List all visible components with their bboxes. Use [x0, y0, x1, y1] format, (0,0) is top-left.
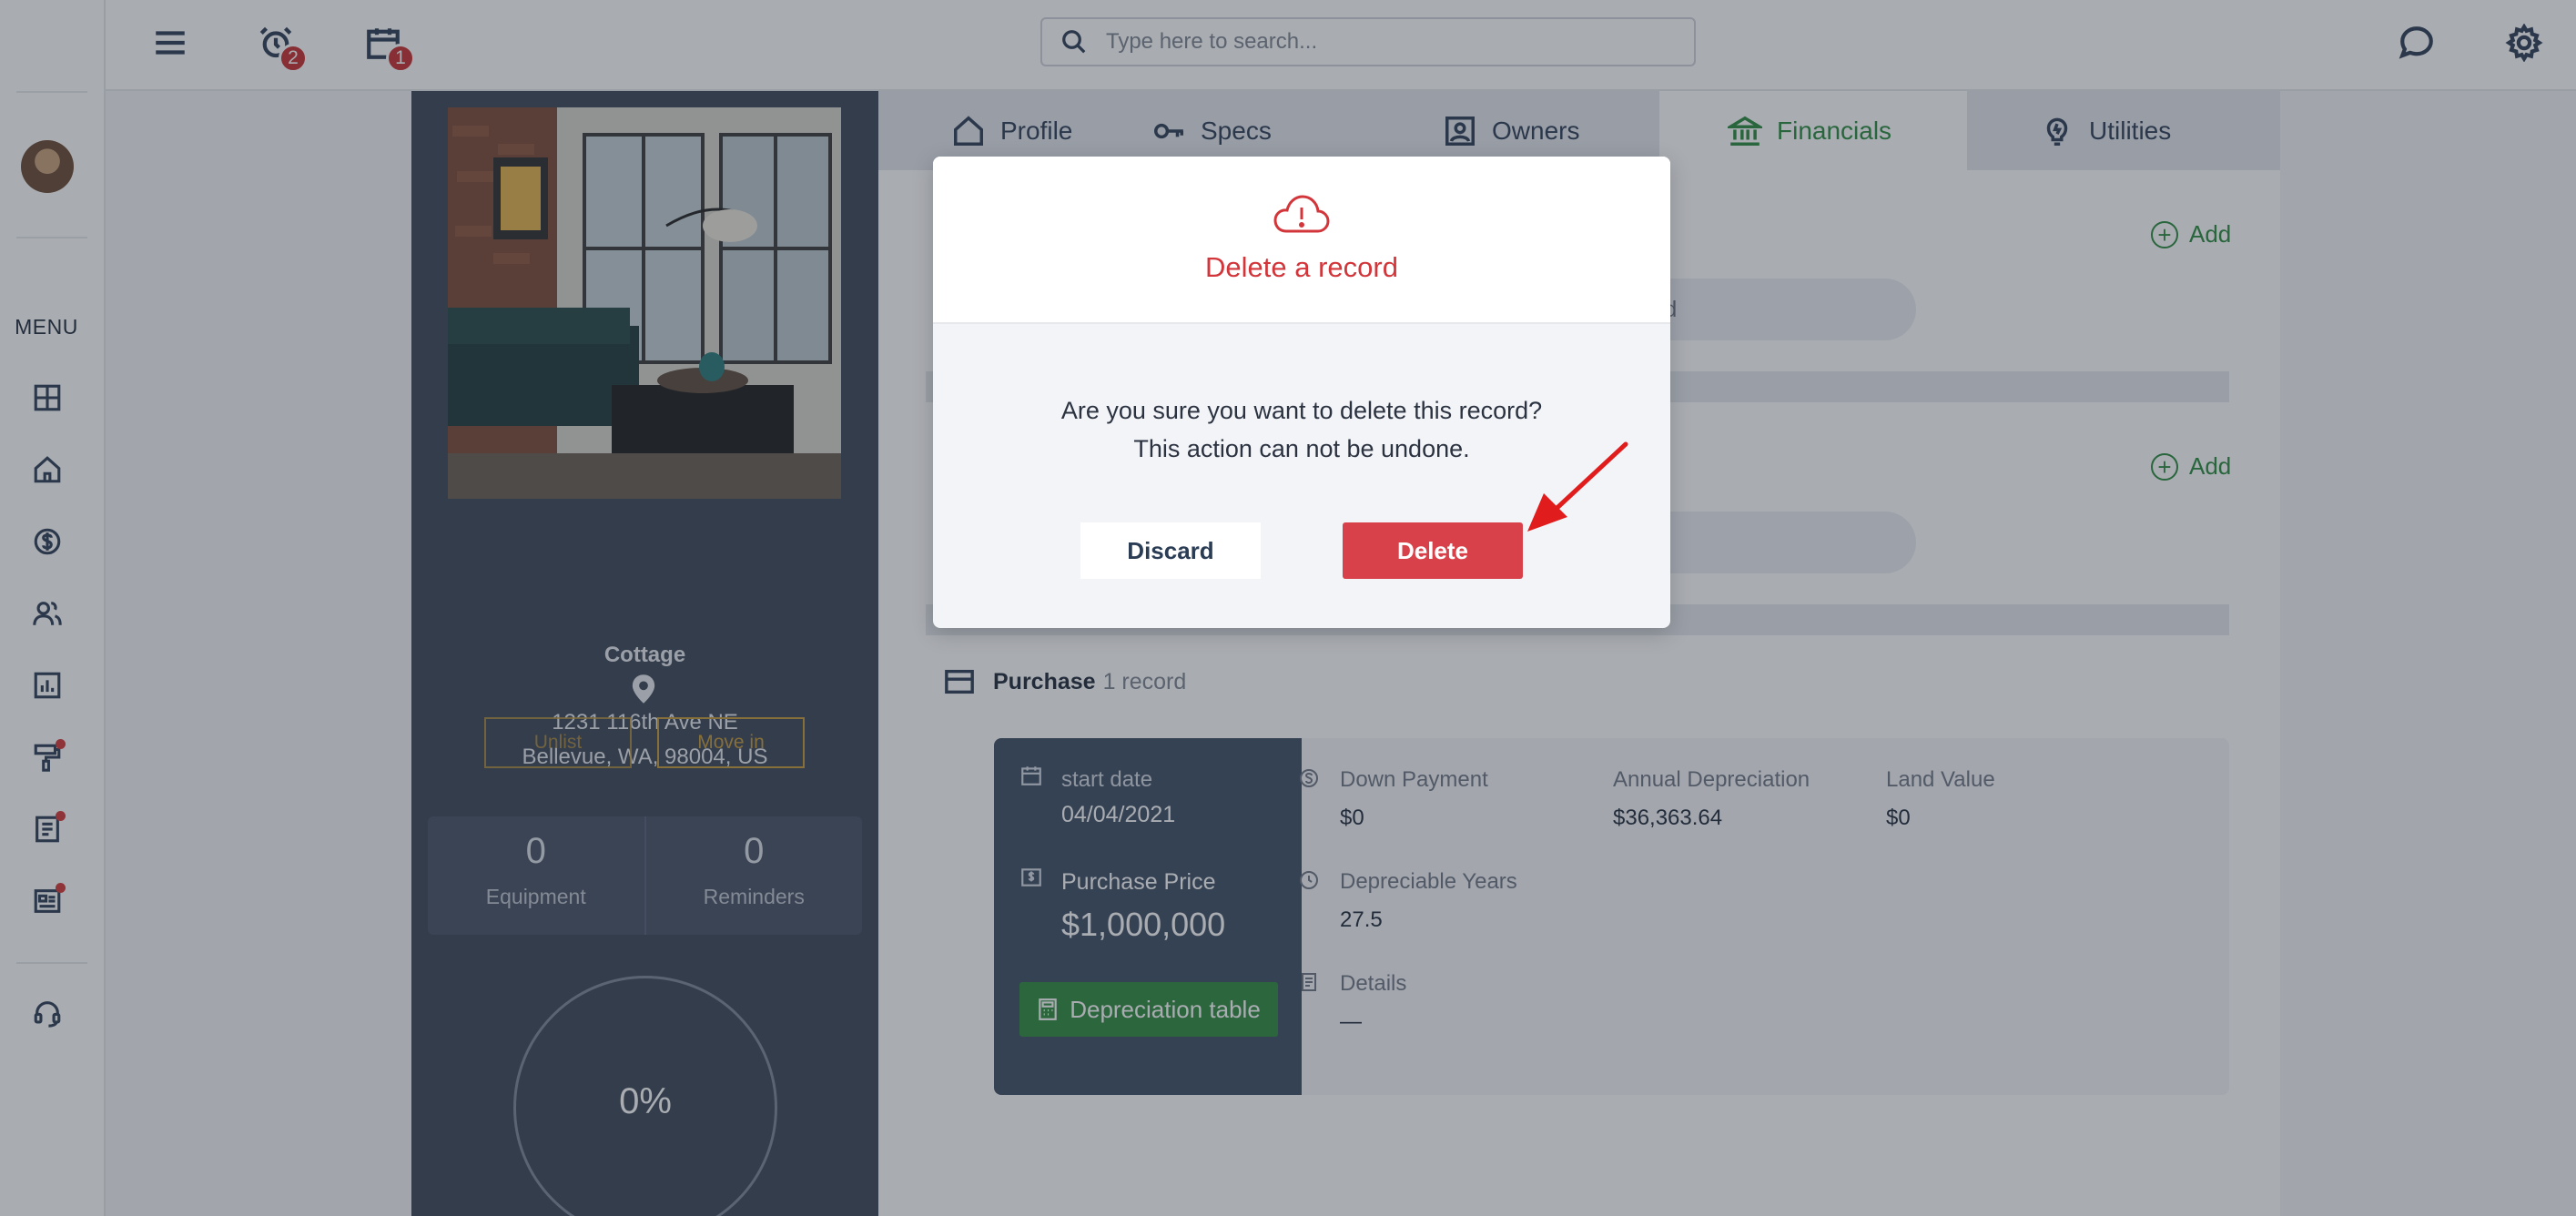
cloud-alert-icon [1273, 195, 1330, 233]
delete-record-modal: Delete a record Are you sure you want to… [933, 157, 1670, 628]
delete-button[interactable]: Delete [1343, 522, 1523, 579]
discard-button[interactable]: Discard [1080, 522, 1261, 579]
modal-title: Delete a record [1205, 251, 1398, 283]
modal-header: Delete a record [933, 157, 1670, 324]
annotation-arrow-icon [1527, 441, 1628, 532]
modal-message: Are you sure you want to delete this rec… [1060, 397, 1543, 462]
